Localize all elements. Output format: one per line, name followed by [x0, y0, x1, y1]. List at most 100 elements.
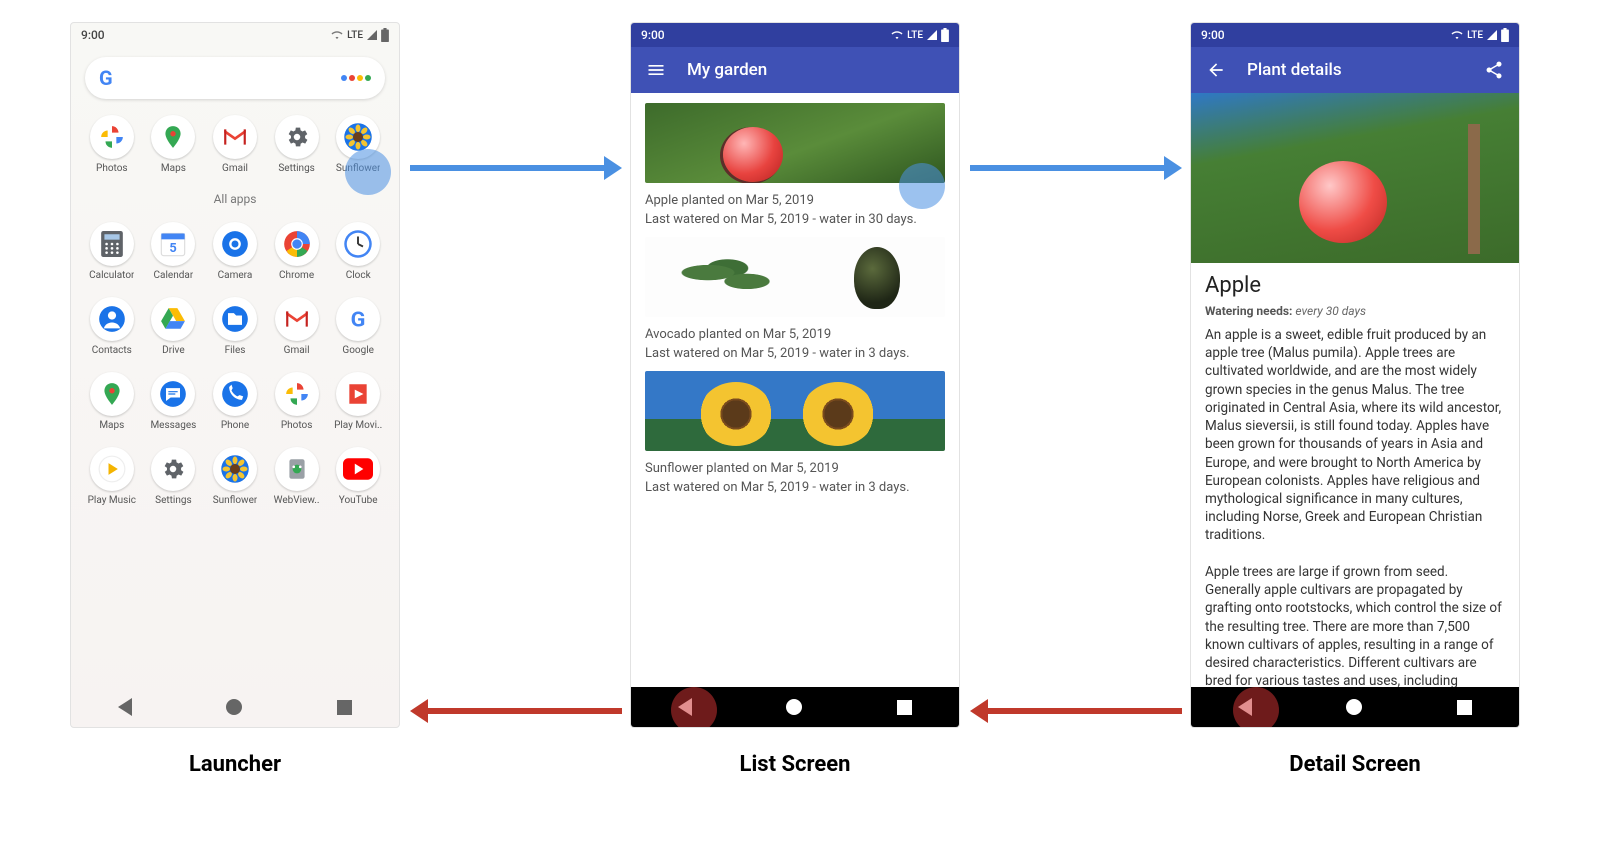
maps-icon	[151, 115, 195, 159]
app-label: Google	[342, 345, 374, 356]
app-sunflower[interactable]: Sunflower	[327, 109, 389, 180]
all-apps-label: All apps	[71, 186, 399, 216]
app-youtube[interactable]: YouTube	[327, 441, 389, 512]
app-clock[interactable]: Clock	[327, 216, 389, 287]
clock-icon	[336, 222, 380, 266]
status-bar: 9:00 LTE	[71, 23, 399, 47]
gmail2-icon	[275, 297, 319, 341]
status-bar: 9:00 LTE	[631, 23, 959, 47]
signal-icon	[366, 29, 378, 41]
caption-launcher: Launcher	[70, 752, 400, 777]
nav-back-button[interactable]	[1238, 698, 1252, 716]
app-camera[interactable]: Camera	[204, 216, 266, 287]
status-bar: 9:00 LTE	[1191, 23, 1519, 47]
assistant-icon[interactable]	[341, 75, 371, 81]
phone-list: 9:00 LTE My garden Apple planted on Mar …	[630, 22, 960, 728]
battery-icon	[381, 28, 389, 42]
app-settings2[interactable]: Settings	[143, 441, 205, 512]
plant-list[interactable]: Apple planted on Mar 5, 2019Last watered…	[631, 93, 959, 687]
wifi-icon	[1450, 29, 1464, 41]
photos-icon	[90, 115, 134, 159]
status-network: LTE	[1467, 30, 1483, 41]
arrow-back-1	[970, 708, 1182, 714]
app-label: Sunflower	[336, 163, 381, 174]
plant-card-apple[interactable]: Apple planted on Mar 5, 2019Last watered…	[645, 103, 945, 227]
app-phone[interactable]: Phone	[204, 366, 266, 437]
app-chrome[interactable]: Chrome	[266, 216, 328, 287]
app-bar: Plant details	[1191, 47, 1519, 93]
nav-recent-button[interactable]	[897, 700, 912, 715]
plant-description: An apple is a sweet, edible fruit produc…	[1205, 326, 1505, 687]
svg-text:5: 5	[170, 241, 177, 256]
svg-text:G: G	[351, 308, 366, 332]
plant-card-avocado[interactable]: Avocado planted on Mar 5, 2019Last water…	[645, 237, 945, 361]
app-label: Calculator	[89, 270, 134, 281]
app-gmail2[interactable]: Gmail	[266, 291, 328, 362]
nav-back-button[interactable]	[118, 698, 132, 716]
google-search-bar[interactable]: G	[85, 57, 385, 99]
status-network: LTE	[347, 30, 363, 41]
app-webview[interactable]: WebView..	[266, 441, 328, 512]
nav-back-button[interactable]	[678, 698, 692, 716]
planted-text: Avocado planted on Mar 5, 2019	[645, 327, 945, 342]
youtube-icon	[336, 447, 380, 491]
app-settings[interactable]: Settings	[266, 109, 328, 180]
plant-image	[645, 371, 945, 451]
status-time: 9:00	[1201, 28, 1225, 42]
calculator-icon	[90, 222, 134, 266]
battery-icon	[941, 28, 949, 42]
plant-image	[645, 237, 945, 317]
settings2-icon	[151, 447, 195, 491]
plant-name-heading: Apple	[1205, 273, 1505, 298]
nav-home-button[interactable]	[226, 699, 242, 715]
app-maps2[interactable]: Maps	[81, 366, 143, 437]
nav-recent-button[interactable]	[1457, 700, 1472, 715]
nav-bar	[71, 687, 399, 727]
nav-recent-button[interactable]	[337, 700, 352, 715]
app-label: YouTube	[339, 495, 378, 506]
app-label: Files	[225, 345, 246, 356]
app-gmail[interactable]: Gmail	[204, 109, 266, 180]
app-photos2[interactable]: Photos	[266, 366, 328, 437]
arrow-back-2	[410, 708, 622, 714]
caption-detail: Detail Screen	[1190, 752, 1520, 777]
google-icon: G	[336, 297, 380, 341]
photos2-icon	[275, 372, 319, 416]
app-playmusic[interactable]: Play Music	[81, 441, 143, 512]
app-bar-title: My garden	[687, 60, 767, 80]
signal-icon	[1486, 29, 1498, 41]
phone-detail: 9:00 LTE Plant details Apple Wa	[1190, 22, 1520, 728]
app-contacts[interactable]: Contacts	[81, 291, 143, 362]
dock-row: Photos MapsGmailSettings Sunflower	[71, 109, 399, 186]
detail-body[interactable]: Apple Watering needs: every 30 days An a…	[1191, 93, 1519, 687]
app-playmovies[interactable]: Play Movi..	[327, 366, 389, 437]
app-drive[interactable]: Drive	[143, 291, 205, 362]
app-google[interactable]: G Google	[327, 291, 389, 362]
app-label: Maps	[99, 420, 124, 431]
app-label: Photos	[96, 163, 128, 174]
nav-home-button[interactable]	[786, 699, 802, 715]
app-label: Chrome	[279, 270, 314, 281]
wifi-icon	[890, 29, 904, 41]
sunflower2-icon	[213, 447, 257, 491]
app-calculator[interactable]: Calculator	[81, 216, 143, 287]
app-bar-title: Plant details	[1247, 60, 1342, 80]
app-files[interactable]: Files	[204, 291, 266, 362]
app-bar: My garden	[631, 47, 959, 93]
arrow-forward-1	[410, 165, 622, 171]
google-logo: G	[99, 66, 113, 90]
nav-home-button[interactable]	[1346, 699, 1362, 715]
nav-bar	[631, 687, 959, 727]
app-photos[interactable]: Photos	[81, 109, 143, 180]
status-time: 9:00	[641, 28, 665, 42]
hamburger-menu-icon[interactable]	[645, 59, 667, 81]
app-maps[interactable]: Maps	[143, 109, 205, 180]
app-label: Messages	[150, 420, 196, 431]
planted-text: Apple planted on Mar 5, 2019	[645, 193, 945, 208]
app-calendar[interactable]: 5Calendar	[143, 216, 205, 287]
app-sunflower2[interactable]: Sunflower	[204, 441, 266, 512]
plant-card-sunflower[interactable]: Sunflower planted on Mar 5, 2019Last wat…	[645, 371, 945, 495]
app-messages[interactable]: Messages	[143, 366, 205, 437]
back-arrow-icon[interactable]	[1205, 59, 1227, 81]
share-icon[interactable]	[1483, 59, 1505, 81]
